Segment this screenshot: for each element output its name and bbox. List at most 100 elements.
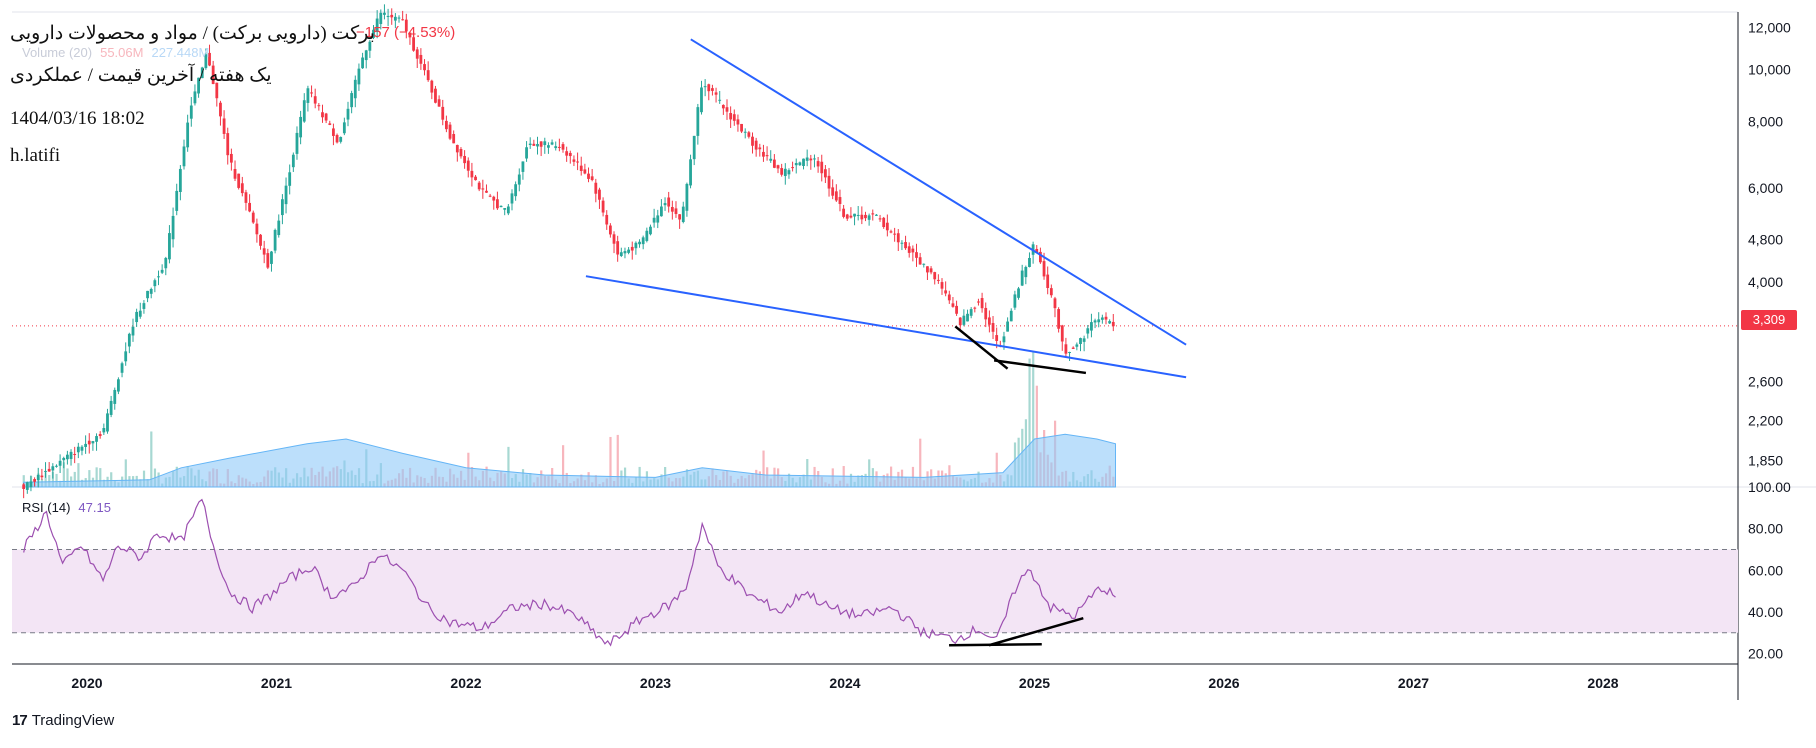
candle-body: [328, 123, 332, 125]
rsi-tick-label: 40.00: [1748, 604, 1783, 620]
candle-body: [383, 12, 386, 15]
candle-body: [787, 170, 791, 175]
candle-body: [266, 253, 270, 268]
candle-body: [120, 363, 124, 373]
rsi-tick-label: 80.00: [1748, 521, 1783, 537]
candle-body: [678, 214, 682, 220]
candle-body: [1009, 310, 1013, 322]
candle-body: [426, 70, 430, 81]
candle-body: [474, 176, 477, 181]
candle-body: [29, 481, 33, 488]
candle-body: [813, 158, 816, 160]
lower-trendline: [585, 275, 1187, 379]
candle-body: [189, 105, 193, 119]
candle-body: [342, 122, 346, 134]
volume-ma-area: [23, 433, 1117, 488]
candle-body: [335, 134, 339, 143]
divergence-price-2: [993, 359, 1087, 375]
candle-body: [419, 54, 423, 64]
candle-body: [951, 303, 955, 307]
candle-body: [455, 144, 459, 153]
candle-body: [135, 311, 139, 323]
candle-body: [470, 170, 474, 178]
candle-body: [794, 163, 798, 166]
candle-body: [302, 100, 306, 122]
candle-body: [539, 141, 543, 147]
candle-body: [743, 131, 747, 133]
candle-body: [404, 19, 408, 32]
candle-body: [142, 303, 146, 309]
candle-body: [22, 484, 26, 489]
candle-body: [160, 269, 164, 273]
candle-body: [1064, 344, 1068, 354]
candle-body: [76, 446, 80, 453]
candle-body: [590, 176, 594, 181]
candle-body: [718, 99, 722, 101]
x-tick-label: 2028: [1587, 675, 1618, 691]
y-tick-label: 10,000: [1748, 62, 1791, 78]
candle-body: [864, 214, 867, 219]
candle-body: [62, 457, 66, 461]
candle-body: [867, 215, 871, 220]
candle-body: [911, 248, 915, 253]
y-tick-label: 4,000: [1748, 274, 1783, 290]
candle-body: [393, 16, 397, 21]
candle-body: [907, 246, 911, 253]
candle-body: [962, 315, 966, 325]
candle-body: [164, 257, 168, 269]
candle-body: [353, 79, 357, 99]
candle-body: [780, 168, 784, 175]
candle-body: [849, 215, 853, 218]
x-tick-label: 2020: [71, 675, 102, 691]
candle-body: [598, 189, 601, 200]
candle-body: [736, 119, 740, 125]
candle-body: [138, 310, 142, 317]
candle-body: [958, 317, 962, 326]
candle-body: [547, 145, 550, 148]
candle-body: [933, 272, 937, 280]
candle-body: [291, 154, 295, 168]
candles: [22, 4, 1115, 499]
candle-body: [1049, 288, 1053, 296]
candle-body: [452, 134, 456, 144]
candle-body: [980, 298, 984, 309]
candle-body: [514, 184, 518, 197]
chart-area[interactable]: 12,000 10,000 8,000 6,000 4,800 4,000 2,600 2,2…: [0, 0, 1816, 743]
candle-body: [25, 482, 29, 490]
candle-body: [685, 183, 689, 211]
candle-body: [765, 155, 769, 157]
y-tick-label: 2,600: [1748, 374, 1783, 390]
candle-body: [798, 162, 802, 166]
chart-svg: 12,000 10,000 8,000 6,000 4,800 4,000 2,600 2,2…: [12, 4, 1816, 700]
candle-body: [747, 132, 751, 137]
candle-body: [1020, 270, 1024, 286]
candle-body: [816, 161, 820, 167]
candle-body: [171, 215, 175, 240]
upper-trendline: [690, 38, 1187, 346]
candle-body: [375, 18, 379, 32]
candle-body: [751, 136, 754, 146]
candle-body: [197, 77, 200, 94]
candle-body: [929, 268, 933, 273]
candle-body: [663, 203, 667, 206]
candle-body: [1111, 321, 1115, 327]
candle-body: [463, 155, 467, 164]
candle-body: [565, 151, 569, 156]
candle-body: [36, 474, 40, 481]
candle-body: [222, 118, 226, 134]
candle-body: [477, 182, 481, 190]
candle-body: [127, 333, 131, 347]
candle-body: [1097, 319, 1101, 323]
candle-body: [641, 237, 645, 245]
candle-body: [317, 105, 321, 107]
candle-body: [262, 248, 266, 255]
candle-body: [412, 37, 415, 51]
candle-body: [944, 290, 948, 294]
x-tick-label: 2021: [261, 675, 292, 691]
candle-body: [299, 116, 303, 138]
candle-body: [506, 206, 510, 214]
candle-body: [408, 32, 412, 38]
candle-body: [146, 290, 149, 299]
candle-body: [310, 92, 313, 94]
candle-body: [1075, 344, 1079, 347]
